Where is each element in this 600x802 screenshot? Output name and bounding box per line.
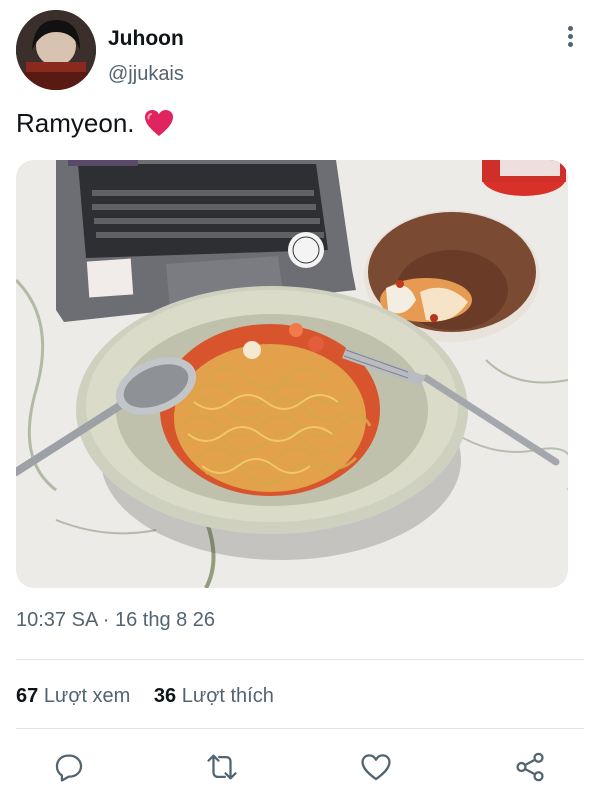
user-handle[interactable]: @jjukais (108, 60, 184, 88)
views-count: 67 (16, 685, 39, 707)
tweet-stats: 67 Lượt xem 36 Lượt thích (16, 682, 292, 710)
share-icon[interactable] (513, 750, 547, 784)
divider (16, 659, 584, 660)
action-bar (0, 748, 600, 788)
tweet-header: Juhoon @jjukais (16, 10, 584, 92)
tweet-text-content: Ramyeon. (16, 108, 135, 138)
tweet-text: Ramyeon. (16, 105, 175, 141)
likes-stat[interactable]: 36 Lượt thích (154, 682, 274, 710)
heart-emoji-icon (143, 107, 175, 139)
retweet-icon[interactable] (205, 750, 239, 784)
more-options-icon[interactable] (562, 24, 578, 50)
display-name[interactable]: Juhoon (108, 26, 184, 52)
views-stat[interactable]: 67 Lượt xem (16, 682, 130, 710)
reply-icon[interactable] (52, 750, 86, 784)
avatar[interactable] (16, 10, 96, 90)
like-icon[interactable] (359, 750, 393, 784)
likes-label: Lượt thích (181, 685, 274, 707)
divider (16, 728, 584, 729)
tweet-timestamp[interactable]: 10:37 SA · 16 thg 8 26 (16, 606, 215, 634)
tweet-photo[interactable] (16, 160, 568, 588)
likes-count: 36 (153, 685, 177, 707)
views-label: Lượt xem (43, 685, 131, 707)
